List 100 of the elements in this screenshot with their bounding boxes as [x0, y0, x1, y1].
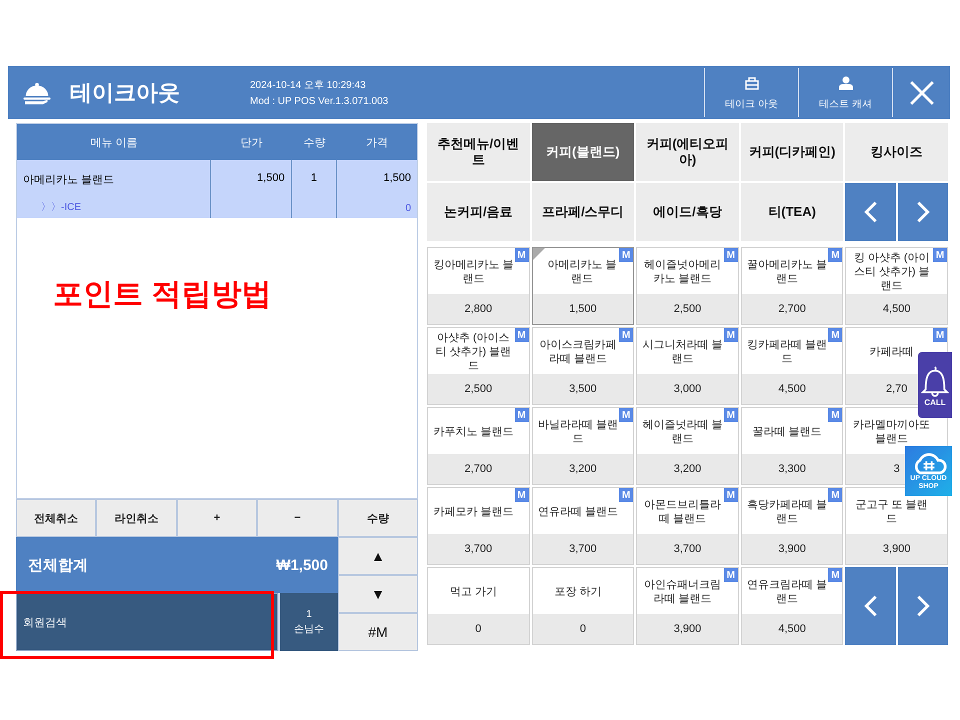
menu-badge: M: [828, 568, 842, 582]
menu-item-name: 킹카페라떼 블랜드: [746, 338, 828, 367]
column-header: 가격: [337, 124, 417, 160]
menu-item-price: 4,500: [846, 294, 947, 324]
menu-item-name: 카페모카 블랜드: [432, 504, 514, 520]
order-button[interactable]: +: [176, 499, 258, 537]
side-button[interactable]: ▼: [338, 575, 418, 613]
call-toast[interactable]: CALL: [918, 352, 952, 418]
menu-item[interactable]: 흑당카페라떼 블랜드 M 3,900: [740, 487, 844, 565]
menu-badge: M: [724, 408, 738, 422]
menu-badge: M: [932, 328, 947, 342]
option-price: 0: [405, 203, 411, 214]
order-button[interactable]: −: [257, 499, 338, 537]
menu-item[interactable]: 킹카페라떼 블랜드 M 4,500: [740, 327, 844, 405]
category-tab[interactable]: 커피(디카페인): [740, 123, 844, 181]
category-tab[interactable]: 커피(에티오피아): [636, 123, 739, 181]
selection-corner-icon: [532, 248, 545, 260]
menu-item-price: 3,500: [532, 374, 634, 404]
menu-item[interactable]: 군고구 또 블랜드 3,900: [845, 487, 948, 565]
column-header: 메뉴 이름: [17, 124, 212, 160]
price-text: 1,500: [383, 172, 411, 184]
table-cell: 1,500: [210, 160, 292, 218]
next-button[interactable]: [898, 183, 948, 241]
menu-item-name: 아몬드브리틀라떼 블랜드: [642, 498, 722, 527]
menu-badge: M: [724, 568, 738, 582]
menu-item-price: 3,200: [532, 454, 634, 484]
category-tab[interactable]: 티(TEA): [740, 183, 844, 241]
menu-badge: M: [619, 248, 634, 262]
menu-item-name: 포장 하기: [553, 584, 602, 600]
order-button[interactable]: 라인취소: [96, 499, 177, 537]
order-button[interactable]: 수량: [338, 499, 418, 537]
menu-item-price: 2,700: [742, 294, 842, 324]
takeout-button[interactable]: 테이크 아웃: [704, 68, 798, 117]
guest-count-button[interactable]: 1 손님수: [278, 593, 338, 651]
side-button[interactable]: #M: [338, 613, 418, 651]
menu-item[interactable]: 킹아메리카노 블랜드 M 2,800: [427, 247, 530, 325]
next-button[interactable]: [898, 567, 948, 645]
menu-item[interactable]: 바닐라라떼 블랜드 M 3,200: [532, 407, 634, 485]
window-title: 테이크아웃: [70, 78, 181, 106]
previous-button[interactable]: [845, 183, 896, 241]
table-cell: 1: [292, 160, 338, 218]
menu-item[interactable]: 카푸치노 블랜드 M 2,700: [427, 407, 530, 485]
menu-item-name: 아샷추 (아이스티 샷추가) 블랜드: [434, 330, 512, 374]
category-tab[interactable]: 에이드/흑당: [636, 183, 739, 241]
menu-item[interactable]: 포장 하기 0: [532, 567, 634, 645]
menu-item-name: 바닐라라떼 블랜드: [536, 418, 619, 447]
side-button[interactable]: ▲: [338, 537, 418, 575]
bell-icon: [921, 364, 949, 398]
menu-item-price: 2,800: [428, 294, 529, 324]
category-tab[interactable]: 프라페/스무디: [532, 183, 634, 241]
menu-item-name: 흑당카페라떼 블랜드: [746, 498, 828, 527]
option-text: 〉〉-ICE: [40, 201, 82, 214]
member-search-button[interactable]: 회원검색: [16, 593, 278, 651]
menu-badge: M: [619, 408, 634, 422]
category-tab[interactable]: 커피(블랜드): [532, 123, 634, 181]
cashier-button[interactable]: 테스트 캐셔: [798, 68, 892, 117]
menu-item-name: 아인슈패너크림라떼 블랜드: [642, 578, 722, 607]
annotation-text: 포인트 적립방법: [53, 277, 272, 313]
menu-item[interactable]: 아인슈패너크림라떼 블랜드 M 3,900: [636, 567, 739, 645]
menu-item[interactable]: 아샷추 (아이스티 샷추가) 블랜드 M 2,500: [427, 327, 530, 405]
menu-item-name: 연유라떼 블랜드: [536, 504, 619, 520]
order-button[interactable]: 전체취소: [16, 499, 96, 537]
menu-badge: M: [828, 488, 842, 502]
menu-item-price: 3,700: [532, 534, 634, 564]
menu-item[interactable]: 꿀라떼 블랜드 M 3,300: [740, 407, 844, 485]
menu-item[interactable]: 헤이즐넛아메리카노 블랜드 M 2,500: [636, 247, 739, 325]
menu-item[interactable]: 아이스크림카페라떼 블랜드 M 3,500: [532, 327, 634, 405]
category-tab[interactable]: 킹사이즈: [845, 123, 948, 181]
menu-item-name: 시그니처라떼 블랜드: [641, 338, 724, 367]
menu-item[interactable]: 연유라떼 블랜드 M 3,700: [532, 487, 634, 565]
menu-badge: M: [724, 248, 738, 262]
menu-item-price: 3,900: [846, 534, 947, 564]
menu-item-name: 꿀라떼 블랜드: [752, 424, 823, 440]
menu-item-price: 4,500: [742, 614, 842, 644]
item-name: 아메리카노 블랜드: [23, 173, 116, 187]
menu-item[interactable]: 카페모카 블랜드 M 3,700: [427, 487, 530, 565]
menu-item-name: 군고구 또 블랜드: [854, 498, 929, 527]
menu-item[interactable]: 시그니처라떼 블랜드 M 3,000: [636, 327, 739, 405]
menu-item-price: 3,300: [742, 454, 842, 484]
menu-item[interactable]: 아몬드브리틀라떼 블랜드 M 3,700: [636, 487, 739, 565]
menu-badge: M: [514, 248, 529, 262]
menu-badge: M: [724, 328, 738, 342]
menu-item[interactable]: 아메리카노 블랜드 M 1,500: [532, 247, 634, 325]
menu-item-name: 먹고 가기: [448, 584, 498, 600]
menu-item-name: 꿀아메리카노 블랜드: [746, 258, 828, 287]
category-tab[interactable]: 논커피/음료: [427, 183, 530, 241]
menu-item-price: 2,700: [428, 454, 529, 484]
menu-item[interactable]: 먹고 가기 0: [427, 567, 530, 645]
menu-item[interactable]: 꿀아메리카노 블랜드 M 2,700: [740, 247, 844, 325]
menu-badge: M: [514, 488, 529, 502]
menu-badge: M: [828, 248, 842, 262]
menu-item-price: 3,900: [637, 614, 738, 644]
menu-item[interactable]: 킹 아샷추 (아이스티 샷추가) 블랜드 M 4,500: [845, 247, 948, 325]
menu-badge: M: [828, 328, 842, 342]
category-tab[interactable]: 추천메뉴/이벤트: [427, 123, 530, 181]
menu-item[interactable]: 헤이즐넛라떼 블랜드 M 3,200: [636, 407, 739, 485]
menu-item-price: 3,700: [637, 534, 738, 564]
menu-item-name: 킹 아샷추 (아이스티 샷추가) 블랜드: [852, 250, 931, 294]
menu-item[interactable]: 연유크림라떼 블랜드 M 4,500: [740, 567, 844, 645]
version-text: Mod : UP POS Ver.1.3.071.003: [250, 96, 388, 107]
